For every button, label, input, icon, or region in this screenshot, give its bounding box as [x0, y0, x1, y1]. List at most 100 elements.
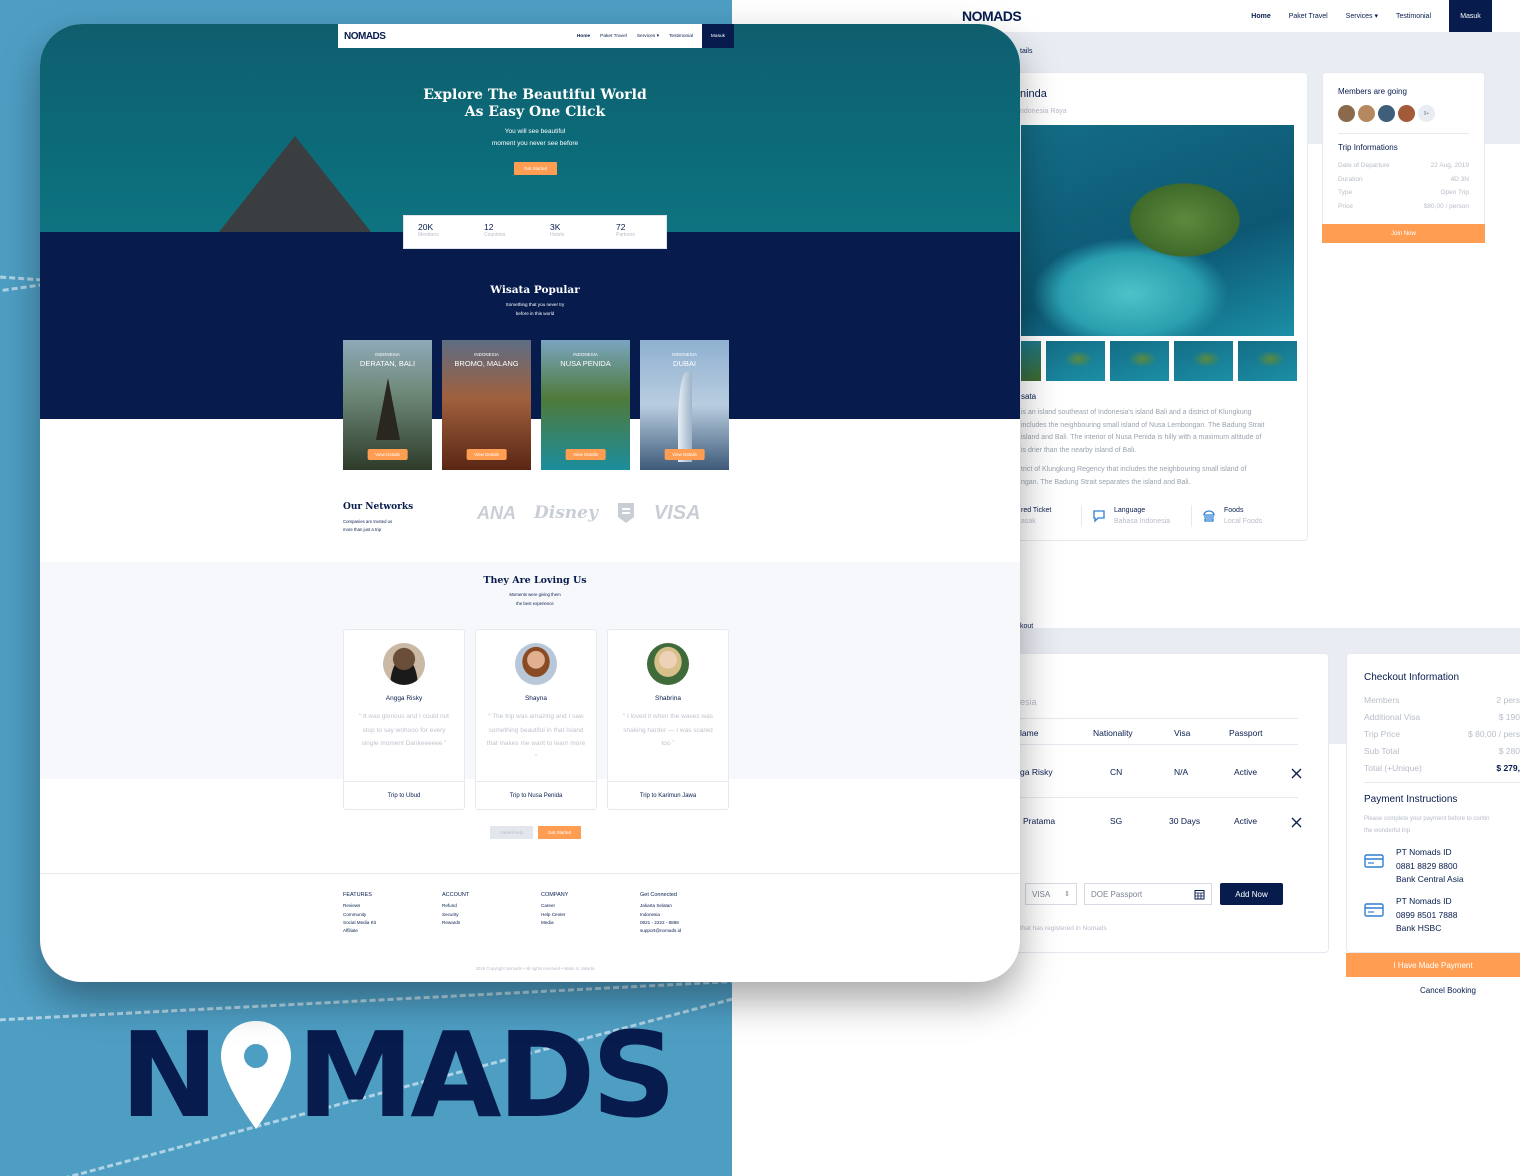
- view-details-button[interactable]: View Details: [367, 449, 408, 460]
- trip-info-label: Price: [1338, 202, 1353, 210]
- calendar-icon[interactable]: [1194, 889, 1205, 900]
- brand-logo[interactable]: NOMADS: [962, 8, 1022, 24]
- need-help-button[interactable]: I Need Help: [490, 826, 533, 839]
- close-icon[interactable]: [1291, 817, 1302, 828]
- view-details-button[interactable]: View Details: [565, 449, 606, 460]
- brand-logo[interactable]: NOMADS: [344, 31, 386, 42]
- checkout-info-card: Checkout Information Members 2 pers Addit…: [1346, 653, 1520, 953]
- visa-select[interactable]: VISA ⇕: [1025, 883, 1077, 905]
- payment-subtitle: Please complete your payment before to c…: [1364, 813, 1489, 837]
- get-started-button[interactable]: Get Started: [538, 826, 581, 839]
- travel-card[interactable]: INDONESIA DERATAN, BALI View Details: [343, 340, 432, 470]
- nav-paket-travel[interactable]: Paket Travel: [600, 34, 627, 39]
- footer-link[interactable]: Help Center: [541, 911, 568, 919]
- members-title: Members are going: [1338, 87, 1407, 96]
- big-logo-letters: MADS: [296, 1006, 677, 1144]
- footer-contact[interactable]: support@nomads.id: [640, 927, 681, 935]
- travel-card-label: INDONESIA DUBAI: [640, 352, 729, 368]
- travel-card-name: NUSA PENIDA: [560, 359, 611, 368]
- nav-services[interactable]: Services ▾: [1346, 12, 1378, 20]
- join-now-button[interactable]: Join Now: [1322, 224, 1485, 243]
- close-icon[interactable]: [1291, 768, 1302, 779]
- thumbnail[interactable]: [1110, 341, 1169, 381]
- thumbnail[interactable]: [1046, 341, 1105, 381]
- checkout-info-rows: Members 2 pers Additional Visa $ 190 Trip …: [1364, 692, 1520, 777]
- travel-card-country: INDONESIA: [375, 352, 400, 357]
- footer-link[interactable]: Media: [541, 919, 568, 927]
- payment-subtitle-line: the wonderful trip: [1364, 828, 1411, 834]
- nav-testimonial[interactable]: Testimonial: [1396, 13, 1431, 20]
- info-label: Trip Price: [1364, 729, 1401, 739]
- testimonial-quote: “ It was glorious and I could not stop t…: [359, 713, 449, 747]
- view-details-button[interactable]: View Details: [664, 449, 705, 460]
- payment-subtitle-line: Please complete your payment before to c…: [1364, 816, 1490, 822]
- hero-title-line: As Easy One Click: [464, 104, 606, 120]
- footer-link[interactable]: Security: [442, 911, 469, 919]
- thumbnail[interactable]: [1174, 341, 1233, 381]
- trip-thumbnails: [1021, 341, 1297, 381]
- trip-info-value: 4D 3N: [1450, 175, 1469, 183]
- copyright-text: 2019 Copyright Nomads • All rights reser…: [475, 966, 595, 971]
- masuk-button[interactable]: Masuk: [702, 24, 734, 48]
- feature-title: red Ticket: [1021, 507, 1052, 514]
- networks-subtitle-line: more than just a trip: [343, 527, 381, 532]
- footer-link[interactable]: Refund: [442, 902, 469, 910]
- made-payment-button[interactable]: I Have Made Payment: [1346, 953, 1520, 977]
- footer-link[interactable]: Social Media Kit: [343, 919, 376, 927]
- member-avatars: 9+: [1338, 105, 1435, 122]
- about-line: ngan. The Badung Strait separates the is…: [1021, 478, 1191, 486]
- landing-page-mockup: NOMADS Home Paket Travel Services ▾ Test…: [40, 24, 1020, 982]
- travel-card-label: INDONESIA BROMO, MALANG: [442, 352, 531, 368]
- travel-card[interactable]: INDONESIA BROMO, MALANG View Details: [442, 340, 531, 470]
- nav-testimonial[interactable]: Testimonial: [669, 34, 693, 39]
- view-details-button[interactable]: View Details: [466, 449, 507, 460]
- testimonial-trip: Trip to Karimun Jawa: [608, 781, 728, 809]
- footer-contact: 0821 - 2222 - 8888: [640, 919, 679, 925]
- testimonial-name: Shabrina: [654, 695, 682, 702]
- thumbnail[interactable]: [1238, 341, 1297, 381]
- checkout-breadcrumb: kout: [1020, 623, 1034, 630]
- add-now-button[interactable]: Add Now: [1220, 883, 1283, 905]
- members-card: Members are going 9+ Trip Informations D…: [1322, 72, 1485, 242]
- member-visa: 30 Days: [1169, 816, 1201, 826]
- travel-card[interactable]: INDONESIA NUSA PENIDA View Details: [541, 340, 630, 470]
- nav-paket-travel[interactable]: Paket Travel: [1289, 13, 1328, 20]
- footer-column: FEATURES Reviews Community Social Media …: [343, 891, 376, 935]
- table-header: Visa: [1174, 728, 1191, 738]
- feature-title: Language: [1114, 507, 1146, 514]
- nav-home[interactable]: Home: [577, 34, 590, 39]
- about-line: trict of Klungkung Regency that includes…: [1021, 466, 1247, 473]
- footer-link[interactable]: Affiliate: [343, 927, 376, 935]
- passport-placeholder: DOE Passport: [1091, 889, 1143, 899]
- masuk-button[interactable]: Masuk: [1449, 0, 1492, 32]
- footer-link[interactable]: Rewards: [442, 919, 469, 927]
- trip-info-label: Date of Departure: [1338, 162, 1390, 169]
- testimonial-trip: Trip to Ubud: [344, 781, 464, 809]
- travel-card-label: INDONESIA DERATAN, BALI: [343, 352, 432, 368]
- footer-link[interactable]: Community: [343, 911, 376, 919]
- nav-home[interactable]: Home: [1251, 13, 1270, 20]
- bank-account-number: 0899 8501 7888: [1396, 909, 1458, 920]
- trip-detail-card: ninda ndonesia Raya sata is an island so…: [1002, 72, 1308, 541]
- footer-link[interactable]: Reviews: [343, 902, 376, 910]
- member-passport: Active: [1234, 816, 1258, 826]
- travel-card-country: INDONESIA: [573, 352, 598, 357]
- networks-title: Our Networks: [343, 502, 414, 512]
- testimonial-trip: Trip to Nusa Penida: [476, 781, 596, 809]
- popular-subtitle: Something that you never try before in t…: [340, 301, 730, 318]
- popular-subtitle-line: before in this world: [515, 310, 555, 316]
- cancel-booking-link[interactable]: Cancel Booking: [1346, 986, 1520, 995]
- passport-input[interactable]: DOE Passport: [1084, 883, 1212, 905]
- thumbnail[interactable]: [1021, 341, 1041, 381]
- avatar: [515, 643, 557, 685]
- footer-link[interactable]: Career: [541, 902, 568, 910]
- testimonial-subtitle-line: Moments were giving them: [509, 592, 561, 597]
- feature-foods: Foods Local Foods: [1191, 505, 1291, 527]
- popular-subtitle-line: Something that you never try: [505, 302, 565, 307]
- nav-services[interactable]: Services ▾: [637, 34, 659, 39]
- info-label: Members: [1364, 695, 1400, 705]
- travel-card-country: INDONESIA: [474, 352, 499, 357]
- travel-card[interactable]: INDONESIA DUBAI View Details: [640, 340, 729, 470]
- testimonial-subtitle-line: the best experience: [516, 600, 554, 606]
- get-started-button[interactable]: Get Started: [514, 162, 557, 175]
